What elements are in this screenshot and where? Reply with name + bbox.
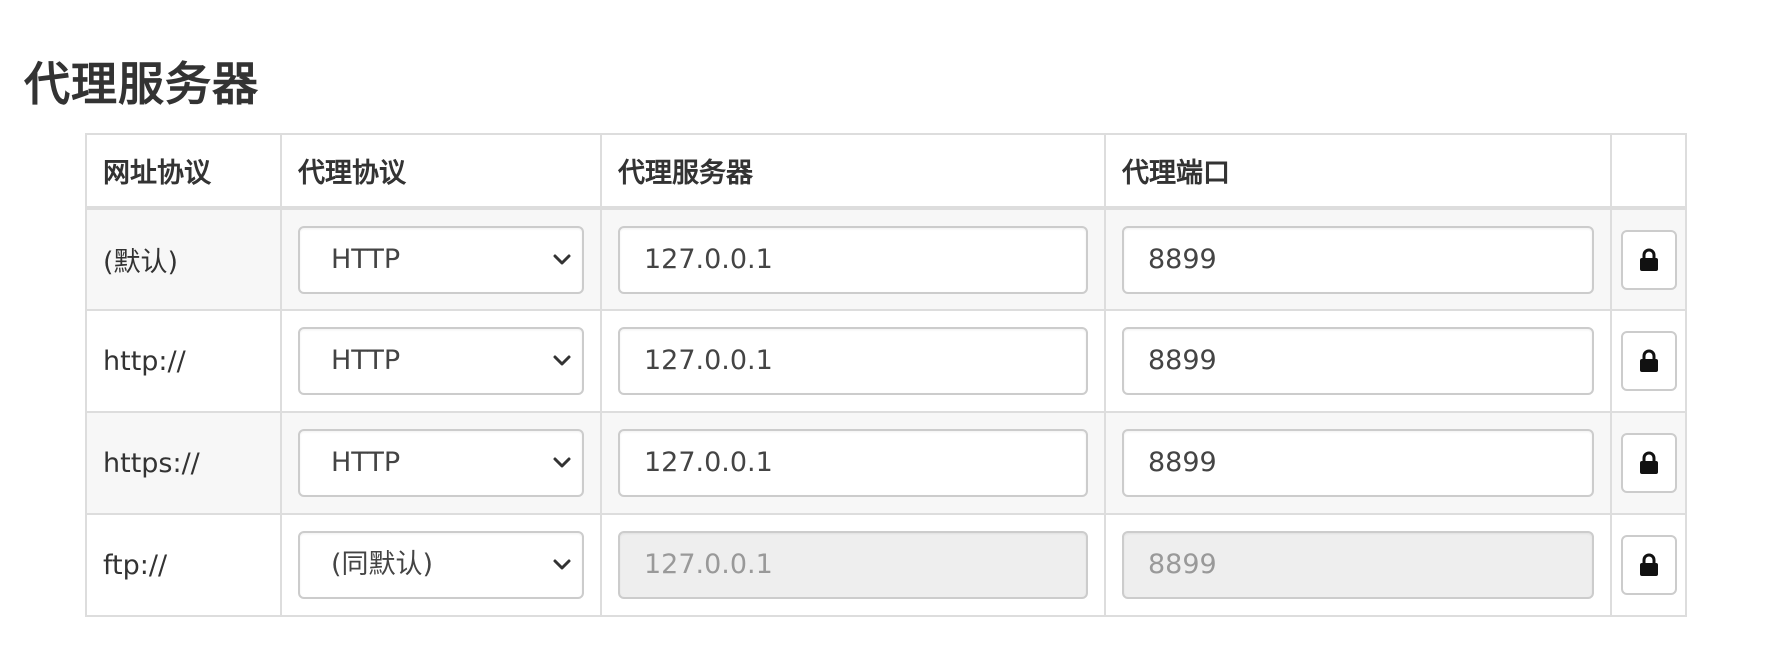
protocol-select[interactable]: HTTP: [298, 327, 584, 395]
server-input[interactable]: 127.0.0.1: [618, 429, 1088, 497]
header-server: 代理服务器: [600, 133, 1106, 210]
protocol-select[interactable]: HTTP: [298, 429, 584, 497]
lock-button[interactable]: [1620, 229, 1677, 290]
action-cell: [1610, 411, 1687, 515]
action-cell: [1610, 309, 1687, 413]
lock-icon: [1639, 553, 1658, 576]
table-row: http:// HTTP 127.0.0.1 8899: [85, 309, 1687, 413]
lock-button[interactable]: [1620, 433, 1677, 493]
protocol-cell: HTTP: [280, 411, 602, 515]
server-cell: 127.0.0.1: [600, 207, 1106, 311]
port-cell: 8899: [1104, 207, 1612, 311]
header-scheme: 网址协议: [85, 133, 282, 210]
server-input[interactable]: 127.0.0.1: [618, 225, 1088, 294]
action-cell: [1610, 207, 1687, 311]
table-row: ftp:// (同默认) 127.0.0.1 8899: [85, 513, 1687, 617]
lock-button[interactable]: [1620, 535, 1677, 595]
port-input[interactable]: 8899: [1122, 429, 1594, 497]
port-cell: 8899: [1104, 411, 1612, 515]
chevron-down-icon: [553, 355, 571, 366]
action-cell: [1610, 513, 1687, 617]
chevron-down-icon: [553, 559, 571, 570]
protocol-cell: HTTP: [280, 207, 602, 311]
lock-icon: [1639, 248, 1658, 271]
server-cell: 127.0.0.1: [600, 513, 1106, 617]
chevron-down-icon: [553, 254, 571, 264]
lock-icon: [1639, 451, 1658, 474]
protocol-select-value: HTTP: [331, 447, 401, 478]
proxy-table: 网址协议 代理协议 代理服务器 代理端口 (默认) HTTP 127.0.0.1…: [85, 133, 1687, 617]
scheme-cell: http://: [85, 309, 282, 413]
protocol-select-value: (同默认): [331, 549, 434, 580]
server-cell: 127.0.0.1: [600, 309, 1106, 413]
scheme-cell: https://: [85, 411, 282, 515]
protocol-cell: (同默认): [280, 513, 602, 617]
header-port: 代理端口: [1104, 133, 1612, 210]
table-header-row: 网址协议 代理协议 代理服务器 代理端口: [85, 133, 1687, 210]
table-row: https:// HTTP 127.0.0.1 8899: [85, 411, 1687, 515]
port-input[interactable]: 8899: [1122, 225, 1594, 294]
scheme-cell: (默认): [85, 207, 282, 311]
port-input-disabled: 8899: [1122, 531, 1594, 599]
protocol-select-value: HTTP: [331, 243, 401, 275]
server-cell: 127.0.0.1: [600, 411, 1106, 515]
chevron-down-icon: [553, 457, 571, 468]
lock-button[interactable]: [1620, 331, 1677, 391]
server-input-disabled: 127.0.0.1: [618, 531, 1088, 599]
protocol-select[interactable]: (同默认): [298, 531, 584, 599]
port-cell: 8899: [1104, 309, 1612, 413]
table-row: (默认) HTTP 127.0.0.1 8899: [85, 207, 1687, 311]
protocol-select-value: HTTP: [331, 345, 401, 376]
protocol-cell: HTTP: [280, 309, 602, 413]
server-input[interactable]: 127.0.0.1: [618, 327, 1088, 395]
port-input[interactable]: 8899: [1122, 327, 1594, 395]
port-cell: 8899: [1104, 513, 1612, 617]
protocol-select[interactable]: HTTP: [298, 225, 584, 294]
header-protocol: 代理协议: [280, 133, 602, 210]
scheme-cell: ftp://: [85, 513, 282, 617]
header-action: [1610, 133, 1687, 210]
page-title: 代理服务器: [24, 57, 259, 111]
lock-icon: [1639, 349, 1658, 372]
